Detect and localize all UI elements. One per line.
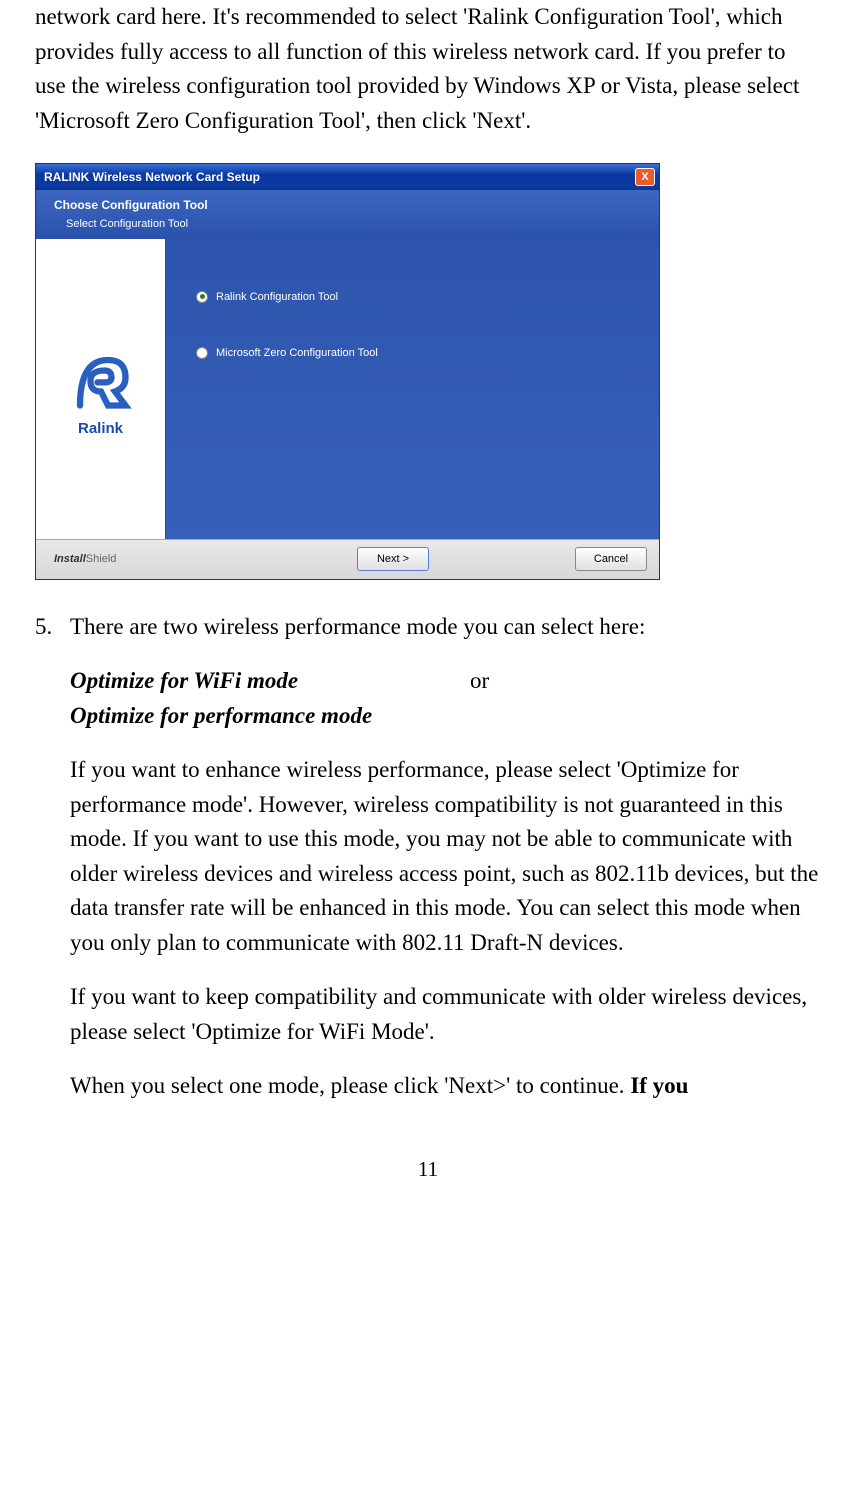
or-text: or	[470, 664, 489, 699]
step-5: 5. There are two wireless performance mo…	[35, 610, 821, 1124]
next-button[interactable]: Next >	[357, 547, 429, 572]
subheader-desc: Select Configuration Tool	[54, 216, 641, 233]
mode-wifi: Optimize for WiFi mode	[70, 664, 470, 699]
ralink-logo-icon	[56, 336, 146, 426]
installer-sidebar: Ralink	[36, 239, 166, 539]
radio-label: Microsoft Zero Configuration Tool	[216, 345, 378, 362]
subheader-title: Choose Configuration Tool	[54, 196, 641, 214]
radio-label: Ralink Configuration Tool	[216, 289, 338, 306]
radio-microsoft-tool[interactable]: Microsoft Zero Configuration Tool	[196, 345, 629, 362]
radio-icon	[196, 291, 208, 303]
intro-paragraph: network card here. It's recommended to s…	[35, 0, 821, 138]
installer-footer: InstallShield Next > Cancel	[36, 539, 659, 579]
cancel-button[interactable]: Cancel	[575, 547, 647, 572]
installer-window: RALINK Wireless Network Card Setup X Cho…	[35, 163, 660, 580]
step5-para1: If you want to enhance wireless performa…	[70, 753, 821, 960]
mode-performance: Optimize for performance mode	[70, 699, 821, 734]
step5-intro: There are two wireless performance mode …	[70, 610, 821, 645]
close-icon[interactable]: X	[635, 168, 655, 186]
radio-icon	[196, 347, 208, 359]
window-titlebar: RALINK Wireless Network Card Setup X	[36, 164, 659, 190]
radio-ralink-tool[interactable]: Ralink Configuration Tool	[196, 289, 629, 306]
installer-subheader: Choose Configuration Tool Select Configu…	[36, 190, 659, 239]
step5-para3: When you select one mode, please click '…	[70, 1069, 821, 1104]
page-number: 11	[20, 1154, 836, 1186]
step5-para2: If you want to keep compatibility and co…	[70, 980, 821, 1049]
installer-main: Ralink Configuration Tool Microsoft Zero…	[166, 239, 659, 539]
installer-body: Ralink Ralink Configuration Tool Microso…	[36, 239, 659, 539]
installer-screenshot: RALINK Wireless Network Card Setup X Cho…	[35, 163, 821, 580]
window-title: RALINK Wireless Network Card Setup	[44, 168, 635, 186]
installshield-label: InstallShield	[54, 551, 357, 568]
step-number: 5.	[35, 610, 70, 1124]
